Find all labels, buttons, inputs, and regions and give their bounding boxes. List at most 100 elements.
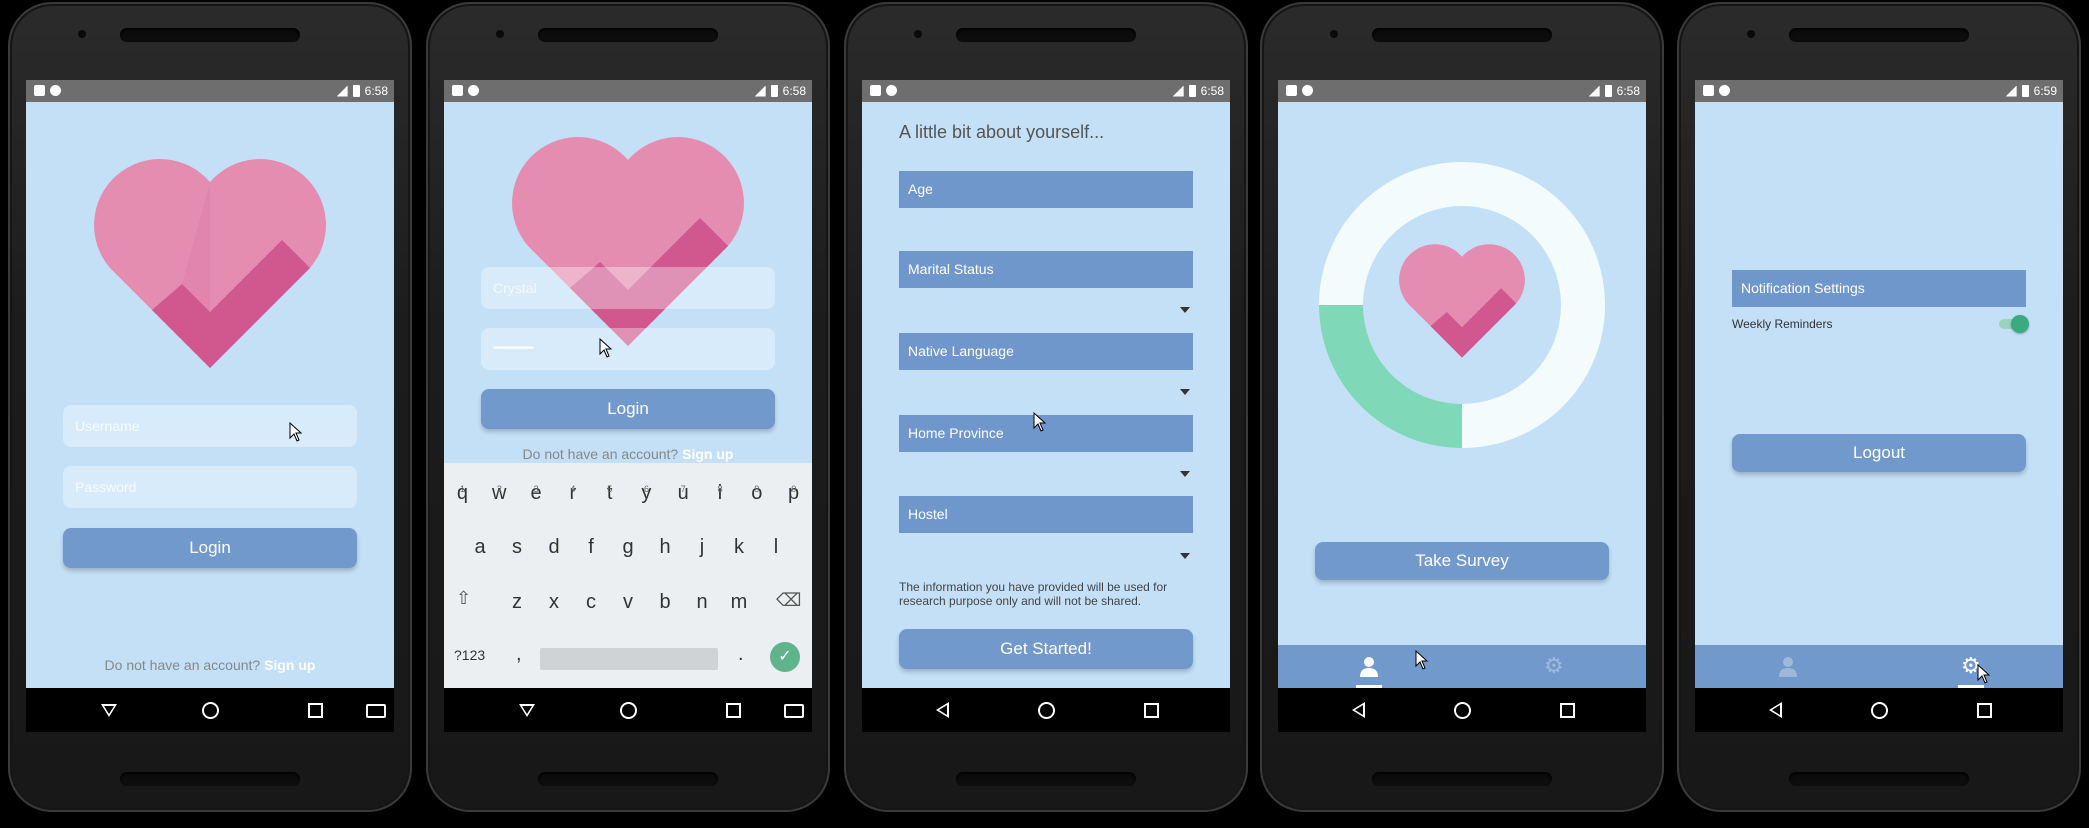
settings-tab[interactable]: ⚙	[1879, 645, 2063, 688]
key-k[interactable]: k	[721, 527, 758, 567]
key-v[interactable]: v	[610, 582, 647, 622]
key-o[interactable]: o9	[738, 473, 775, 513]
status-time: 6:59	[2033, 84, 2057, 98]
hostel-field[interactable]: Hostel	[899, 496, 1193, 533]
screen: 6:58 Username Password Login Do not have…	[26, 80, 394, 732]
username-input[interactable]: Username	[63, 405, 357, 447]
home-icon[interactable]	[202, 702, 219, 719]
key-q[interactable]: q1	[444, 473, 481, 513]
password-input[interactable]: Password	[63, 466, 357, 508]
back-icon[interactable]	[101, 704, 117, 717]
get-started-button[interactable]: Get Started!	[899, 629, 1193, 669]
chevron-down-icon[interactable]	[1180, 389, 1190, 395]
native-language-field[interactable]: Native Language	[899, 333, 1193, 370]
heart-logo	[512, 137, 744, 346]
key-g[interactable]: g	[610, 527, 647, 567]
key-x[interactable]: x	[536, 582, 573, 622]
key-hint: 6	[644, 484, 650, 494]
spacebar[interactable]	[540, 648, 718, 670]
recents-icon[interactable]	[1144, 703, 1159, 718]
back-icon[interactable]	[519, 704, 535, 717]
key-l[interactable]: l	[758, 527, 795, 567]
key-h[interactable]: h	[647, 527, 684, 567]
key-z[interactable]: z	[499, 582, 536, 622]
keyboard-switch-icon[interactable]	[366, 704, 386, 718]
key-i[interactable]: i8	[702, 473, 739, 513]
signup-link[interactable]: Sign up	[264, 657, 315, 673]
home-icon[interactable]	[1454, 702, 1471, 719]
key-n[interactable]: n	[684, 582, 721, 622]
page-title: A little bit about yourself...	[899, 122, 1105, 142]
login-button[interactable]: Login	[481, 389, 775, 429]
weekly-reminders-toggle[interactable]	[1999, 315, 2029, 333]
bottom-tab-bar: ⚙	[1695, 645, 2063, 688]
home-icon[interactable]	[620, 702, 637, 719]
key-hint: 3	[533, 484, 539, 494]
symbols-key[interactable]: ?123	[454, 647, 485, 663]
comma-key[interactable]: ,	[516, 643, 522, 666]
login-button[interactable]: Login	[63, 528, 357, 568]
disclaimer-text: The information you have provided will b…	[899, 580, 1168, 608]
mouse-cursor-icon	[289, 422, 303, 442]
key-p[interactable]: p0	[775, 473, 812, 513]
key-r[interactable]: r4	[554, 473, 591, 513]
phone-dashboard: 6:58 Take Survey ⚙	[1260, 2, 1664, 812]
notification-icon	[1703, 85, 1714, 96]
android-icon	[1719, 85, 1730, 96]
period-key[interactable]: .	[738, 643, 744, 666]
home-icon[interactable]	[1038, 702, 1055, 719]
key-hint: 1	[460, 484, 466, 494]
chevron-down-icon[interactable]	[1180, 553, 1190, 559]
age-field[interactable]: Age	[899, 171, 1193, 208]
keyboard-switch-icon[interactable]	[784, 704, 804, 718]
chevron-down-icon[interactable]	[1180, 471, 1190, 477]
back-icon[interactable]	[1769, 702, 1782, 718]
recents-icon[interactable]	[308, 703, 323, 718]
signup-link[interactable]: Sign up	[682, 446, 733, 462]
key-f[interactable]: f	[573, 527, 610, 567]
chevron-down-icon[interactable]	[1180, 307, 1190, 313]
key-j[interactable]: j	[684, 527, 721, 567]
username-input[interactable]: Crystal	[481, 267, 775, 309]
key-hint: 0	[791, 484, 797, 494]
key-b[interactable]: b	[647, 582, 684, 622]
key-y[interactable]: y6	[628, 473, 665, 513]
key-d[interactable]: d	[536, 527, 573, 567]
logout-button[interactable]: Logout	[1732, 434, 2026, 472]
profile-tab[interactable]	[1695, 645, 1879, 688]
notification-settings-header: Notification Settings	[1732, 270, 2026, 307]
settings-tab[interactable]: ⚙	[1462, 645, 1646, 688]
recents-icon[interactable]	[1560, 703, 1575, 718]
key-s[interactable]: s	[499, 527, 536, 567]
recents-icon[interactable]	[1977, 703, 1992, 718]
key-a[interactable]: a	[462, 527, 499, 567]
take-survey-button[interactable]: Take Survey	[1315, 542, 1609, 580]
notification-icon	[452, 85, 463, 96]
heart-logo	[1399, 244, 1525, 358]
signal-icon	[1588, 85, 1600, 97]
key-m[interactable]: m	[721, 582, 758, 622]
screen: 6:58 Crystal •••••••••••••••• Login Do n…	[444, 80, 812, 732]
mouse-cursor-icon	[1033, 412, 1047, 432]
enter-key[interactable]: ✓	[770, 642, 800, 672]
bottom-speaker	[1789, 772, 1969, 786]
status-time: 6:58	[782, 84, 806, 98]
back-icon[interactable]	[1352, 702, 1365, 718]
back-icon[interactable]	[936, 702, 949, 718]
phone-settings: 6:59 Notification Settings Weekly Remind…	[1677, 2, 2081, 812]
backspace-key[interactable]: ⌫	[776, 590, 801, 611]
password-input[interactable]: ••••••••••••••••	[481, 328, 775, 370]
shift-key[interactable]: ⇧	[456, 588, 476, 608]
recents-icon[interactable]	[726, 703, 741, 718]
key-u[interactable]: u7	[665, 473, 702, 513]
marital-status-field[interactable]: Marital Status	[899, 251, 1193, 288]
profile-tab[interactable]	[1278, 645, 1462, 688]
key-hint: 5	[607, 484, 613, 494]
home-icon[interactable]	[1871, 702, 1888, 719]
key-c[interactable]: c	[573, 582, 610, 622]
key-e[interactable]: e3	[518, 473, 555, 513]
earpiece	[1372, 28, 1552, 42]
key-w[interactable]: w2	[481, 473, 518, 513]
key-t[interactable]: t5	[591, 473, 628, 513]
person-icon	[1360, 657, 1378, 677]
